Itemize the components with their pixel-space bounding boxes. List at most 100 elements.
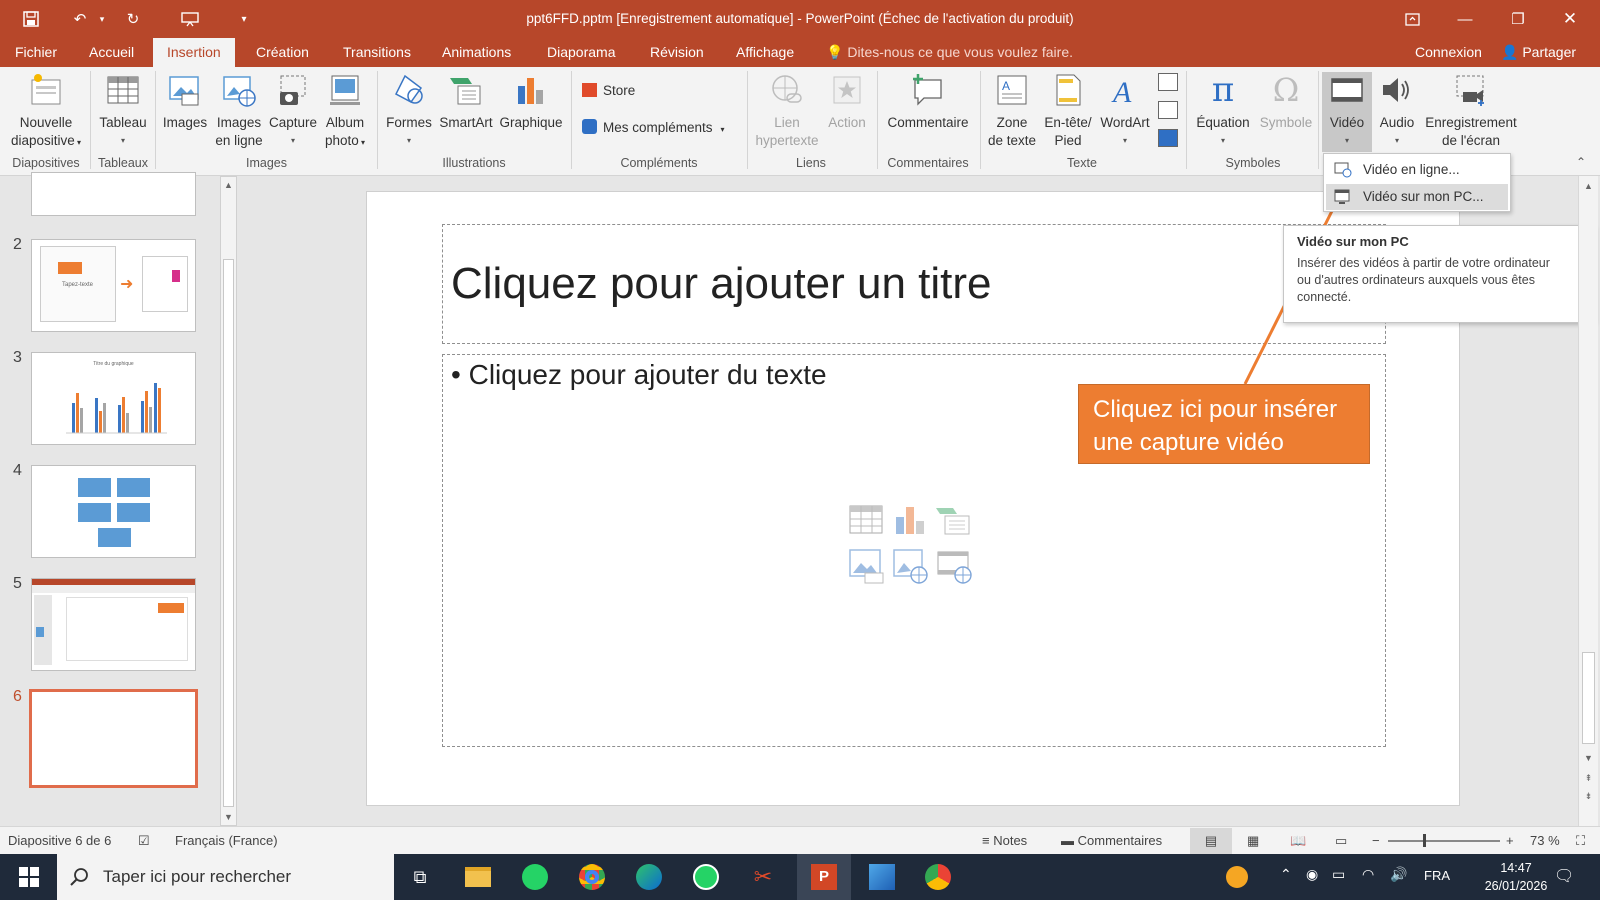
restore-button[interactable]: ❐ xyxy=(1503,5,1533,33)
snipping-tool-icon[interactable]: ✂ xyxy=(747,861,779,893)
show-hidden-icons-icon[interactable]: ⌃ xyxy=(1280,866,1292,883)
meet-now-icon[interactable]: ◉ xyxy=(1306,866,1318,883)
video-button[interactable]: Vidéo ▾ xyxy=(1322,72,1372,152)
whatsapp-icon[interactable] xyxy=(519,861,551,893)
new-slide-button[interactable]: Nouvelle diapositive ▾ xyxy=(8,72,84,152)
scroll-down-arrow-icon[interactable]: ▼ xyxy=(1579,750,1598,766)
task-view-icon[interactable]: ⧉ xyxy=(404,861,436,893)
powerpoint-icon[interactable]: P xyxy=(808,861,840,893)
tell-me-search[interactable]: 💡 Dites-nous ce que vous voulez faire. xyxy=(826,38,1073,67)
clock[interactable]: 14:47 26/01/2026 xyxy=(1474,859,1558,895)
screen-recording-button[interactable]: Enregistrement de l'écran xyxy=(1422,72,1520,150)
whatsapp-business-icon[interactable] xyxy=(690,861,722,893)
tab-accueil[interactable]: Accueil xyxy=(87,38,136,67)
slide-thumbnail-5[interactable] xyxy=(31,578,196,671)
insert-online-picture-icon[interactable] xyxy=(893,549,929,585)
photos-icon[interactable] xyxy=(866,861,898,893)
menu-item-video-on-pc[interactable]: Vidéo sur mon PC... xyxy=(1326,184,1508,210)
normal-view-icon[interactable]: ▤ xyxy=(1190,828,1232,854)
ribbon-display-options-icon[interactable] xyxy=(1397,5,1427,33)
start-slideshow-icon[interactable] xyxy=(178,7,202,31)
images-button[interactable]: Images xyxy=(159,72,211,132)
slide-thumbnail-2[interactable]: Tapez-texte ➜ xyxy=(31,239,196,332)
equation-button[interactable]: π Équation ▾ xyxy=(1190,72,1256,150)
hyperlink-button[interactable]: Lien hypertexte xyxy=(751,72,823,150)
online-images-button[interactable]: Images en ligne xyxy=(211,72,267,150)
text-box-button[interactable]: A Zone de texte xyxy=(984,72,1040,150)
close-button[interactable]: ✕ xyxy=(1555,5,1585,33)
minimize-button[interactable]: — xyxy=(1450,5,1480,33)
slide-number-icon[interactable] xyxy=(1158,101,1178,119)
insert-picture-icon[interactable] xyxy=(849,549,885,585)
slide-thumbnail-6[interactable] xyxy=(29,689,198,788)
taskbar-search-box[interactable]: Taper ici pour rechercher xyxy=(57,854,394,900)
language-indicator[interactable]: Français (France) xyxy=(175,833,278,848)
notification-icon[interactable]: 🗨 xyxy=(1554,866,1574,886)
input-language[interactable]: FRA xyxy=(1424,868,1450,883)
notes-button[interactable]: ≡ Notes xyxy=(982,833,1027,848)
volume-icon[interactable]: 🔊 xyxy=(1390,866,1407,883)
chart-button[interactable]: Graphique xyxy=(496,72,566,132)
wifi-icon[interactable]: ◠ xyxy=(1362,866,1374,883)
tab-transitions[interactable]: Transitions xyxy=(341,38,413,67)
title-placeholder[interactable]: Cliquez pour ajouter un titre xyxy=(442,224,1386,344)
tab-diaporama[interactable]: Diaporama xyxy=(545,38,617,67)
scroll-thumb[interactable] xyxy=(223,259,234,807)
my-addins-button[interactable]: Mes compléments ▾ xyxy=(582,119,725,135)
date-time-icon[interactable] xyxy=(1158,73,1178,91)
undo-icon[interactable]: ↶ xyxy=(68,7,92,31)
wordart-button[interactable]: A WordArt ▾ xyxy=(1096,72,1154,150)
tab-affichage[interactable]: Affichage xyxy=(734,38,796,67)
reading-view-icon[interactable]: 📖 xyxy=(1290,833,1306,849)
file-explorer-icon[interactable] xyxy=(462,861,494,893)
slide-sorter-icon[interactable]: ▦ xyxy=(1247,833,1259,849)
collapse-ribbon-icon[interactable]: ⌃ xyxy=(1576,155,1586,169)
fit-to-window-icon[interactable]: ⛶ xyxy=(1576,833,1585,849)
edge-icon[interactable] xyxy=(633,861,665,893)
undo-dropdown-icon[interactable]: ▾ xyxy=(90,7,114,31)
zoom-slider-thumb[interactable] xyxy=(1423,834,1426,847)
save-icon[interactable] xyxy=(19,7,43,31)
insert-smartart-icon[interactable] xyxy=(935,505,971,535)
connexion-link[interactable]: Connexion xyxy=(1415,38,1482,67)
insert-table-icon[interactable] xyxy=(849,505,883,535)
spellcheck-icon[interactable]: ☑ xyxy=(138,833,150,849)
tab-fichier[interactable]: Fichier xyxy=(13,38,59,67)
scroll-up-arrow-icon[interactable]: ▲ xyxy=(1579,178,1598,194)
slideshow-view-icon[interactable]: ▭ xyxy=(1335,833,1347,849)
action-button[interactable]: Action xyxy=(823,72,871,132)
screenshot-button[interactable]: Capture ▾ xyxy=(267,72,319,150)
smartart-button[interactable]: SmartArt xyxy=(436,72,496,132)
tab-revision[interactable]: Révision xyxy=(648,38,706,67)
photo-album-button[interactable]: Album photo ▾ xyxy=(319,72,371,152)
table-button[interactable]: Tableau ▾ xyxy=(95,72,151,150)
next-slide-icon[interactable]: ⇟ xyxy=(1579,788,1598,804)
menu-item-online-video[interactable]: Vidéo en ligne... xyxy=(1326,157,1508,183)
store-button[interactable]: Store xyxy=(582,83,635,98)
shapes-button[interactable]: Formes ▾ xyxy=(382,72,436,150)
comments-button[interactable]: ▬ Commentaires xyxy=(1061,833,1162,848)
slide-thumbnail-4[interactable] xyxy=(31,465,196,558)
tab-insertion[interactable]: Insertion xyxy=(153,38,235,67)
zoom-slider[interactable] xyxy=(1388,840,1500,842)
object-icon[interactable] xyxy=(1158,129,1178,147)
previous-slide-icon[interactable]: ⇞ xyxy=(1579,770,1598,786)
insert-video-icon[interactable] xyxy=(937,549,973,585)
audio-button[interactable]: Audio ▾ xyxy=(1372,72,1422,150)
tab-creation[interactable]: Création xyxy=(254,38,311,67)
slide-thumbnail-1[interactable] xyxy=(31,172,196,216)
tab-animations[interactable]: Animations xyxy=(440,38,513,67)
scroll-up-arrow-icon[interactable]: ▲ xyxy=(221,177,236,193)
slide-thumbnail-3[interactable]: Titre du graphique xyxy=(31,352,196,445)
zoom-in-icon[interactable]: + xyxy=(1506,833,1514,848)
redo-icon[interactable]: ↻ xyxy=(121,7,145,31)
comment-button[interactable]: Commentaire xyxy=(882,72,974,132)
zoom-level[interactable]: 73 % xyxy=(1530,833,1560,848)
thumbnail-scrollbar[interactable]: ▲ ▼ xyxy=(220,176,237,826)
customize-toolbar-icon[interactable]: ▾ xyxy=(232,7,256,31)
slide-scrollbar[interactable]: ▲ ▼ ⇞ ⇟ xyxy=(1578,176,1598,826)
insert-chart-icon[interactable] xyxy=(893,505,927,535)
scroll-down-arrow-icon[interactable]: ▼ xyxy=(221,809,236,825)
weather-icon[interactable] xyxy=(1226,866,1248,888)
share-button[interactable]: 👤 Partager xyxy=(1501,38,1576,67)
